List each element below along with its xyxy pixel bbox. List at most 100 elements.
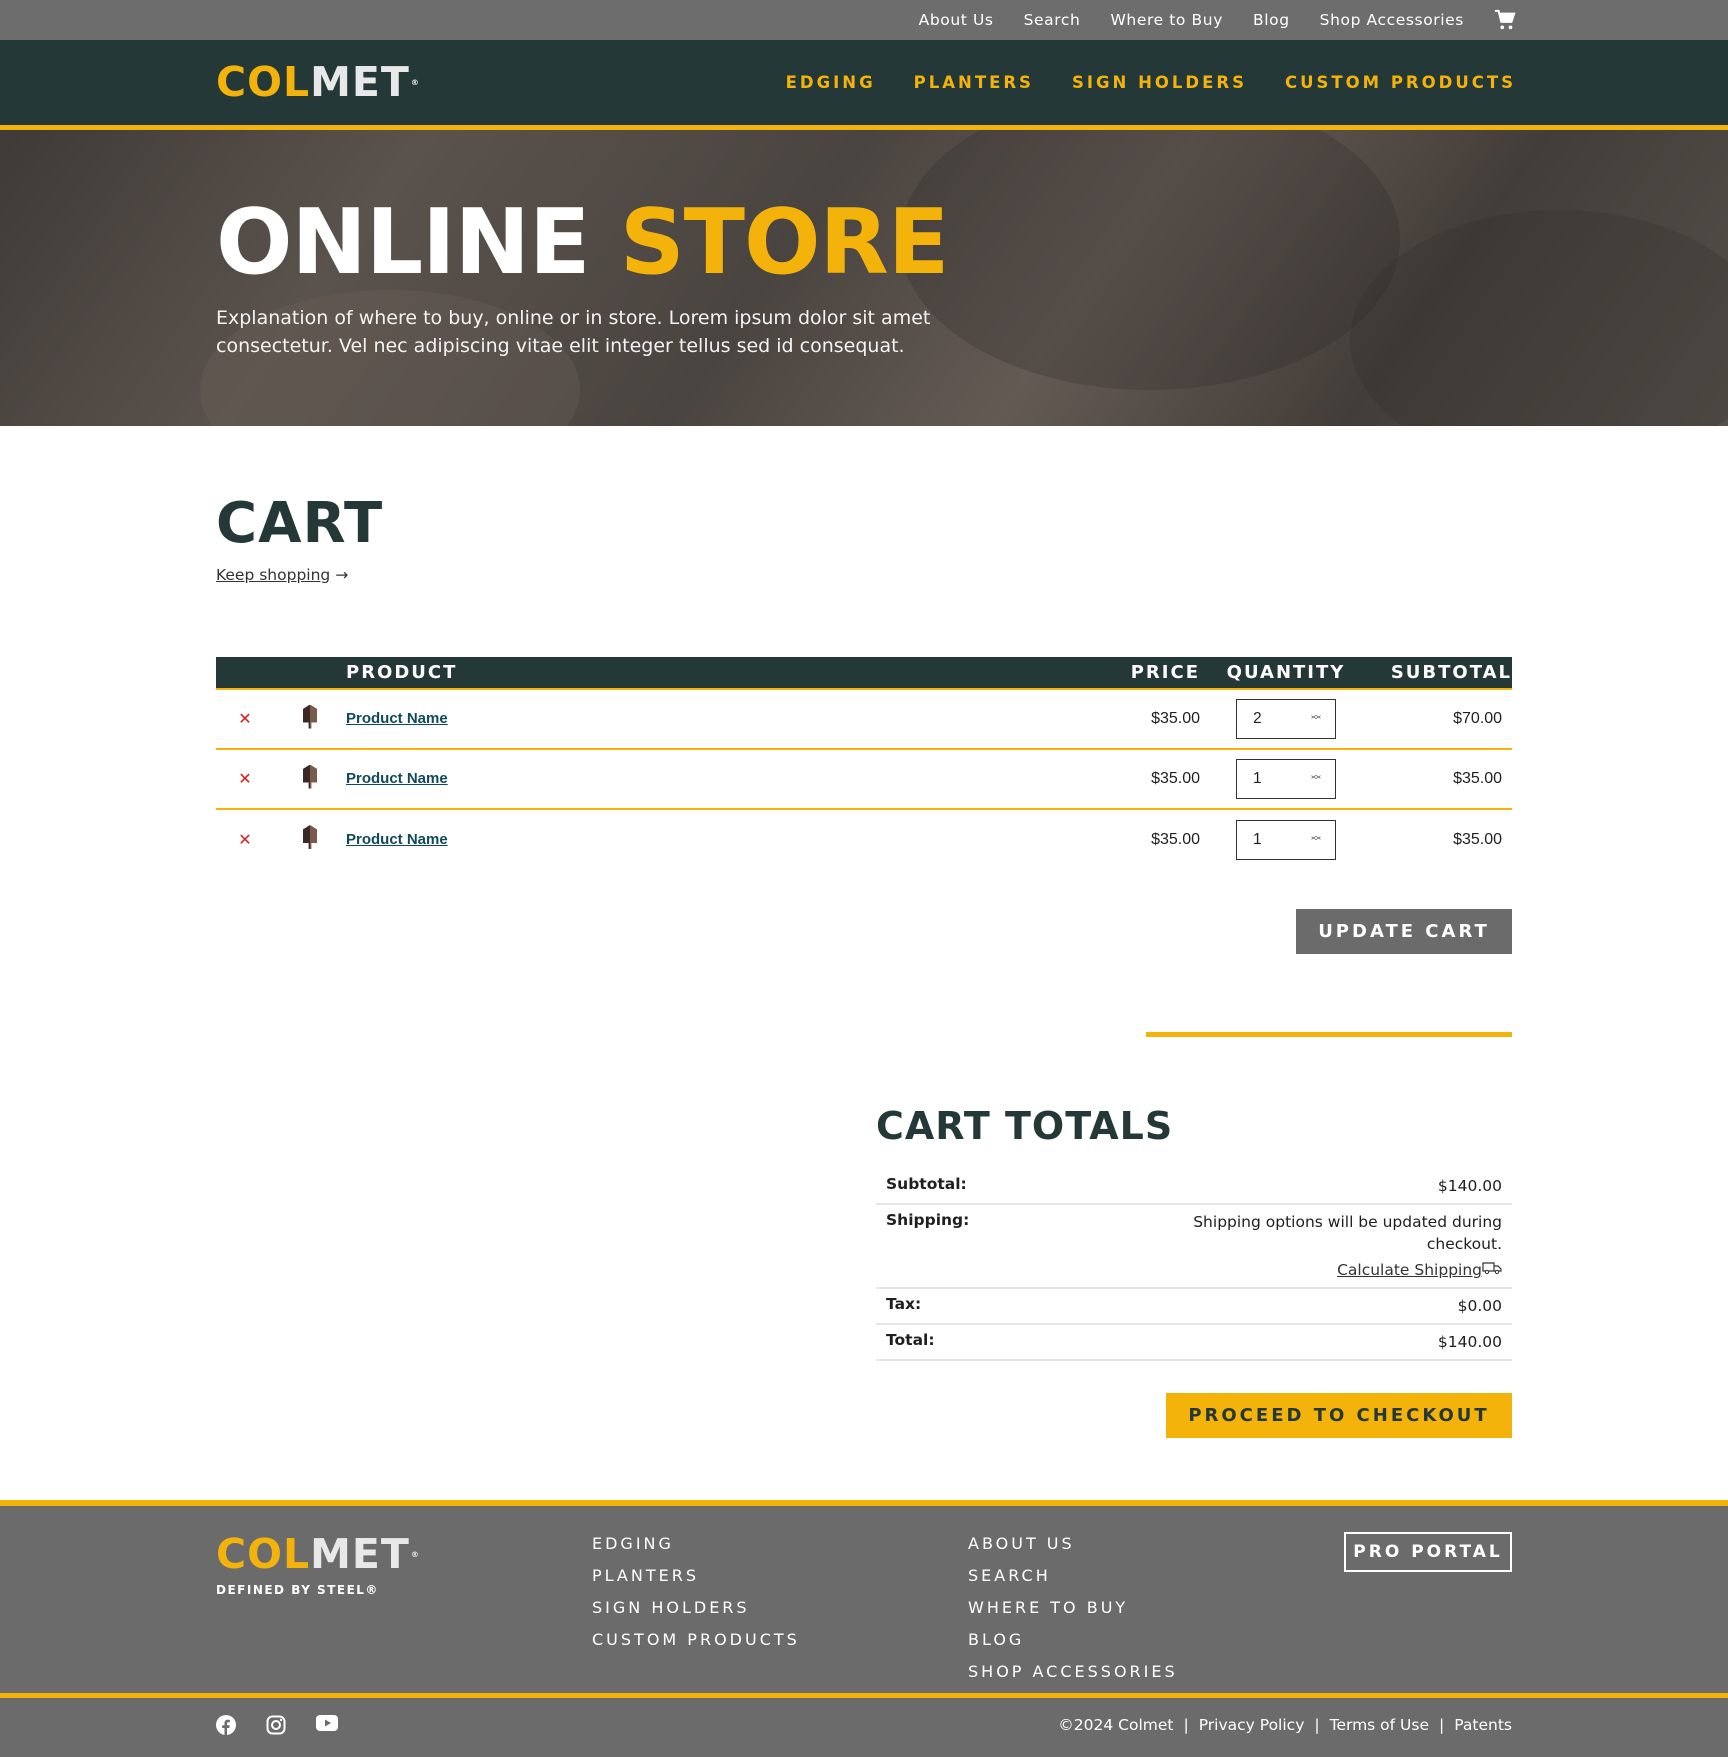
- stepper-arrows-icon[interactable]: ︿ ﹀: [1311, 771, 1321, 787]
- social-links: [216, 1715, 338, 1735]
- product-thumbnail[interactable]: [274, 809, 346, 869]
- topbar-link-shop-accessories[interactable]: Shop Accessories: [1320, 11, 1464, 29]
- table-row: ✕ Product Name $35.00 1 ︿ ﹀ $35.00: [216, 749, 1512, 810]
- footer-link-blog[interactable]: BLOG: [968, 1630, 1178, 1649]
- topbar-link-about-us[interactable]: About Us: [919, 11, 994, 29]
- youtube-icon[interactable]: [316, 1715, 338, 1735]
- remove-item-icon[interactable]: ✕: [216, 689, 274, 750]
- update-cart-button[interactable]: UPDATE CART: [1296, 909, 1512, 954]
- shipping-info: Shipping options will be updated during …: [1182, 1211, 1502, 1281]
- pro-portal-button[interactable]: PRO PORTAL: [1344, 1532, 1512, 1572]
- footer-brand: COL MET ® DEFINED BY STEEL®: [216, 1534, 1512, 1598]
- footer-link-planters[interactable]: PLANTERS: [592, 1566, 800, 1585]
- product-price: $35.00: [1070, 689, 1200, 750]
- hero-title: ONLINE STORE: [216, 198, 1728, 288]
- hero-banner: ONLINE STORE Explanation of where to buy…: [0, 130, 1728, 426]
- table-row: ✕ Product Name $35.00 1 ︿ ﹀ $35.00: [216, 809, 1512, 869]
- nav-planters[interactable]: PLANTERS: [914, 73, 1034, 92]
- header-product: PRODUCT: [346, 662, 458, 683]
- product-thumbnail[interactable]: [274, 689, 346, 750]
- row-subtotal: $35.00: [1372, 749, 1512, 810]
- calculate-shipping-link[interactable]: Calculate Shipping: [1337, 1259, 1482, 1281]
- shipping-label: Shipping:: [886, 1211, 970, 1229]
- footer-products-column: EDGING PLANTERS SIGN HOLDERS CUSTOM PROD…: [592, 1534, 800, 1649]
- footer-link-edging[interactable]: EDGING: [592, 1534, 800, 1553]
- section-divider: [1146, 1032, 1512, 1037]
- row-subtotal: $35.00: [1453, 830, 1502, 848]
- footer-colmet-logo[interactable]: COL MET ®: [216, 1534, 1512, 1575]
- cart-table-header: PRODUCT PRICE QUANTITY SUBTOTAL: [216, 657, 1512, 689]
- arrow-right-icon: →: [335, 566, 349, 584]
- total-label: Total:: [886, 1331, 935, 1349]
- footer-link-custom-products[interactable]: CUSTOM PRODUCTS: [592, 1630, 800, 1649]
- stepper-arrows-icon[interactable]: ︿ ﹀: [1311, 831, 1321, 847]
- topbar-link-blog[interactable]: Blog: [1253, 11, 1290, 29]
- footer-link-shop-accessories[interactable]: SHOP ACCESSORIES: [968, 1662, 1178, 1681]
- total-value: $140.00: [1437, 1333, 1502, 1351]
- patents-link[interactable]: Patents: [1454, 1716, 1512, 1734]
- cart-title: CART: [216, 491, 384, 556]
- nav-sign-holders[interactable]: SIGN HOLDERS: [1072, 73, 1247, 92]
- product-price: $35.00: [1070, 749, 1200, 810]
- quantity-stepper[interactable]: 1 ︿ ﹀: [1236, 759, 1336, 799]
- main-navigation: COL MET ® EDGING PLANTERS SIGN HOLDERS CUS…: [0, 40, 1728, 130]
- subtotal-label: Subtotal:: [886, 1175, 967, 1193]
- copyright: ©2024 Colmet: [1058, 1716, 1174, 1734]
- product-cell: Product Name: [346, 809, 1070, 869]
- topbar-link-where-to-buy[interactable]: Where to Buy: [1110, 11, 1223, 29]
- calculate-shipping-label: Calculate Shipping: [1337, 1261, 1482, 1279]
- header-quantity: QUANTITY: [1226, 662, 1346, 683]
- header-price: PRICE: [1130, 662, 1200, 683]
- remove-item-icon[interactable]: ✕: [216, 809, 274, 869]
- header-remove: [216, 657, 274, 689]
- quantity-stepper[interactable]: 2 ︿ ﹀: [1236, 699, 1336, 739]
- logo-col: COL: [216, 58, 311, 106]
- remove-item-icon[interactable]: ✕: [216, 749, 274, 810]
- row-subtotal: $70.00: [1372, 689, 1512, 750]
- header-subtotal: SUBTOTAL: [1390, 662, 1512, 683]
- utility-bar: About Us Search Where to Buy Blog Shop A…: [0, 0, 1728, 40]
- cart-totals: CART TOTALS Subtotal: $140.00 Shipping: …: [876, 1107, 1512, 1438]
- tax-value: $0.00: [1457, 1297, 1502, 1315]
- stepper-arrows-icon[interactable]: ︿ ﹀: [1311, 711, 1321, 727]
- keep-shopping-link[interactable]: Keep shopping →: [216, 566, 348, 584]
- footer-logo-met: MET: [310, 1530, 410, 1578]
- tax-label: Tax:: [886, 1295, 922, 1313]
- totals-tax-row: Tax: $0.00: [876, 1289, 1512, 1325]
- instagram-icon[interactable]: [266, 1715, 288, 1735]
- brand-tagline: DEFINED BY STEEL®: [216, 1583, 379, 1597]
- totals-total-row: Total: $140.00: [876, 1325, 1512, 1361]
- product-image: [303, 764, 317, 789]
- separator: |: [1314, 1716, 1320, 1734]
- product-thumbnail[interactable]: [274, 749, 346, 810]
- quantity-value: 1: [1253, 830, 1262, 848]
- proceed-to-checkout-button[interactable]: PROCEED TO CHECKOUT: [1166, 1393, 1512, 1438]
- nav-edging[interactable]: EDGING: [786, 73, 876, 92]
- privacy-policy-link[interactable]: Privacy Policy: [1199, 1716, 1305, 1734]
- logo-reg: ®: [410, 77, 420, 87]
- product-name-link[interactable]: Product Name: [346, 770, 448, 787]
- hero-title-white: ONLINE: [216, 190, 590, 295]
- footer-link-search[interactable]: SEARCH: [968, 1566, 1178, 1585]
- footer-main: COL MET ® DEFINED BY STEEL® EDGING PLANTER…: [0, 1506, 1728, 1698]
- topbar-link-search[interactable]: Search: [1024, 11, 1081, 29]
- cart-content: CART Keep shopping → PRODUCT PRICE QUANTI…: [0, 496, 1728, 1438]
- footer-link-sign-holders[interactable]: SIGN HOLDERS: [592, 1598, 800, 1617]
- hero-title-yellow: STORE: [619, 190, 950, 295]
- terms-of-use-link[interactable]: Terms of Use: [1330, 1716, 1429, 1734]
- facebook-icon[interactable]: [216, 1715, 238, 1735]
- shopping-cart-icon[interactable]: [1494, 9, 1516, 31]
- nav-custom-products[interactable]: CUSTOM PRODUCTS: [1285, 73, 1516, 92]
- product-name-link[interactable]: Product Name: [346, 831, 448, 848]
- product-image: [303, 704, 317, 729]
- footer-link-where-to-buy[interactable]: WHERE TO BUY: [968, 1598, 1178, 1617]
- product-name-link[interactable]: Product Name: [346, 710, 448, 727]
- header-thumb: [274, 657, 346, 689]
- separator: |: [1183, 1716, 1189, 1734]
- shipping-note: Shipping options will be updated during …: [1193, 1213, 1502, 1253]
- footer-link-about-us[interactable]: ABOUT US: [968, 1534, 1178, 1553]
- colmet-logo[interactable]: COL MET ®: [216, 62, 420, 103]
- quantity-stepper[interactable]: 1 ︿ ﹀: [1236, 819, 1336, 860]
- legal-links: ©2024 Colmet | Privacy Policy | Terms of U…: [1058, 1716, 1512, 1734]
- separator: |: [1439, 1716, 1445, 1734]
